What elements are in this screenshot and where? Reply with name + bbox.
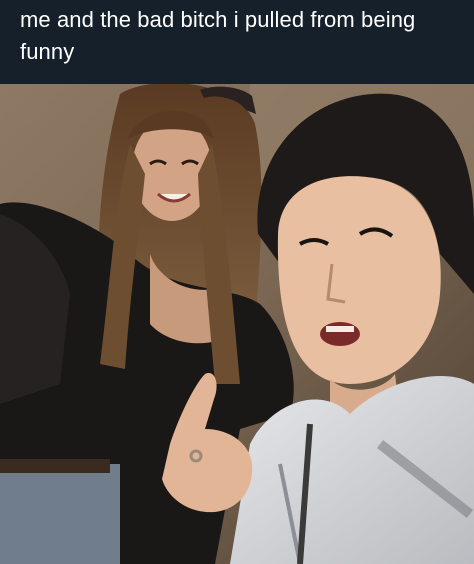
selfie-illustration [0,84,474,564]
man-face [277,176,441,384]
caption-bar: me and the bad bitch i pulled from being… [0,0,474,84]
man-teeth [326,326,354,332]
man-mouth [320,322,360,346]
selfie-photo [0,84,474,564]
woman-belt [0,459,110,473]
meme-post: me and the bad bitch i pulled from being… [0,0,474,564]
woman-jeans [0,464,120,564]
caption-text: me and the bad bitch i pulled from being… [20,7,416,64]
